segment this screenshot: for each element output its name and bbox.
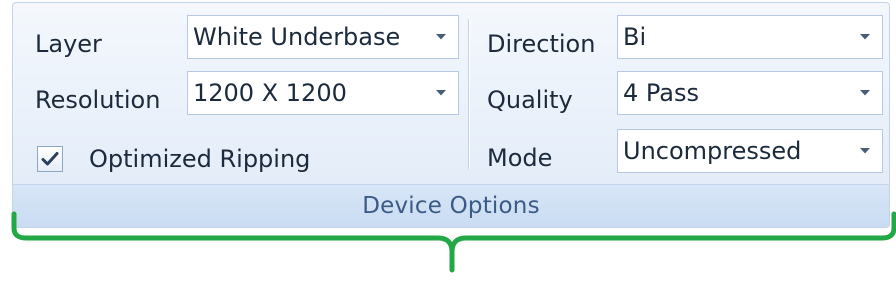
device-options-stage: Layer White Underbase Resolution 1200 X …: [0, 0, 896, 304]
bracket-shape: [11, 211, 896, 273]
bracket-annotation: [11, 211, 896, 273]
